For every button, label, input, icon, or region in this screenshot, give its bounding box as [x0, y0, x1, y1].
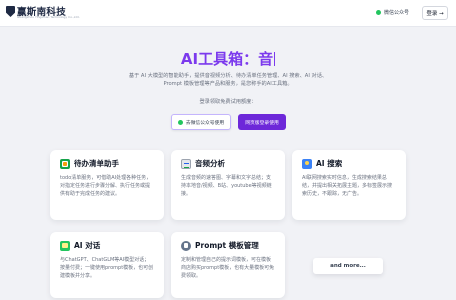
- logo-shield-icon: [6, 6, 15, 17]
- card-ai-search[interactable]: AI 搜索 AI联网搜索实时信息，生成搜索结果总结，并提出相关拓展主题，多标签展…: [292, 150, 406, 220]
- login-hint: 登录领取免费试用额度：: [199, 99, 257, 105]
- hero-description: 基于 AI 大模型的智能助手，提供音视频分析、待办清单任务管理、AI 搜索、AI…: [128, 73, 328, 87]
- hero-title: AI工具箱：音: [0, 48, 456, 69]
- company-logo[interactable]: 赢斯南科技 Guangzhou Yingsinan Technology Co.…: [6, 5, 80, 21]
- prompt-template-icon: [181, 240, 191, 251]
- top-header: 赢斯南科技 Guangzhou Yingsinan Technology Co.…: [0, 0, 456, 27]
- card-description: 与ChatGPT、ChatGLM等AI模型对话；按量付费；一键使用prompt模…: [60, 257, 154, 279]
- audio-analysis-icon: [181, 158, 191, 169]
- card-title: AI 对话: [74, 241, 101, 250]
- typing-cursor: [274, 52, 276, 66]
- wechat-icon: [376, 10, 381, 15]
- todo-list-icon: [60, 158, 70, 169]
- more-tools-button[interactable]: and more...: [313, 258, 383, 274]
- wechat-label: 微信公众号: [384, 10, 410, 16]
- login-button[interactable]: 登录 →: [422, 6, 448, 20]
- use-wechat-label: 去微信公众号使用: [185, 120, 225, 126]
- card-description: todo清单服务，可借助AI处理各种任务，对指定任务进行步骤分解、执行任务或提供…: [60, 175, 152, 197]
- card-description: AI联网搜索实时信息，生成搜索结果总结，并提出相关拓展主题，多标签展示搜索历史，…: [302, 175, 393, 197]
- use-wechat-button[interactable]: 去微信公众号使用: [171, 114, 231, 130]
- card-ai-chat[interactable]: AI 对话 与ChatGPT、ChatGLM等AI模型对话；按量付费；一键使用p…: [50, 232, 164, 298]
- card-title: Prompt 模板管理: [195, 241, 259, 250]
- card-title: 待办清单助手: [74, 159, 119, 168]
- hero-title-text: AI工具箱：音: [180, 50, 274, 68]
- ai-search-icon: [302, 158, 312, 169]
- card-title: AI 搜索: [316, 159, 343, 168]
- wechat-official-account-link[interactable]: 微信公众号: [376, 9, 409, 16]
- card-description: 生成音频的速答图、字幕和文字总结；支持本地音/视频、B站、youtube等视频链…: [181, 175, 272, 197]
- logo-subtitle: Guangzhou Yingsinan Technology Co.,Ltd.: [17, 15, 80, 19]
- card-prompt-templates[interactable]: Prompt 模板管理 定制和管理自己的提示词模板，可在模板商店购买prompt…: [171, 232, 285, 298]
- card-todo-assistant[interactable]: 待办清单助手 todo清单服务，可借助AI处理各种任务，对指定任务进行步骤分解、…: [50, 150, 164, 220]
- card-description: 定制和管理自己的提示词模板，可在模板商店购买prompt模板，也有大量模板可免费…: [181, 257, 275, 279]
- web-login-button[interactable]: 网页版登录使用: [238, 114, 286, 130]
- wechat-icon: [177, 119, 183, 125]
- card-title: 音频分析: [195, 159, 225, 168]
- ai-chat-icon: [60, 240, 70, 251]
- card-audio-analysis[interactable]: 音频分析 生成音频的速答图、字幕和文字总结；支持本地音/视频、B站、youtub…: [171, 150, 285, 220]
